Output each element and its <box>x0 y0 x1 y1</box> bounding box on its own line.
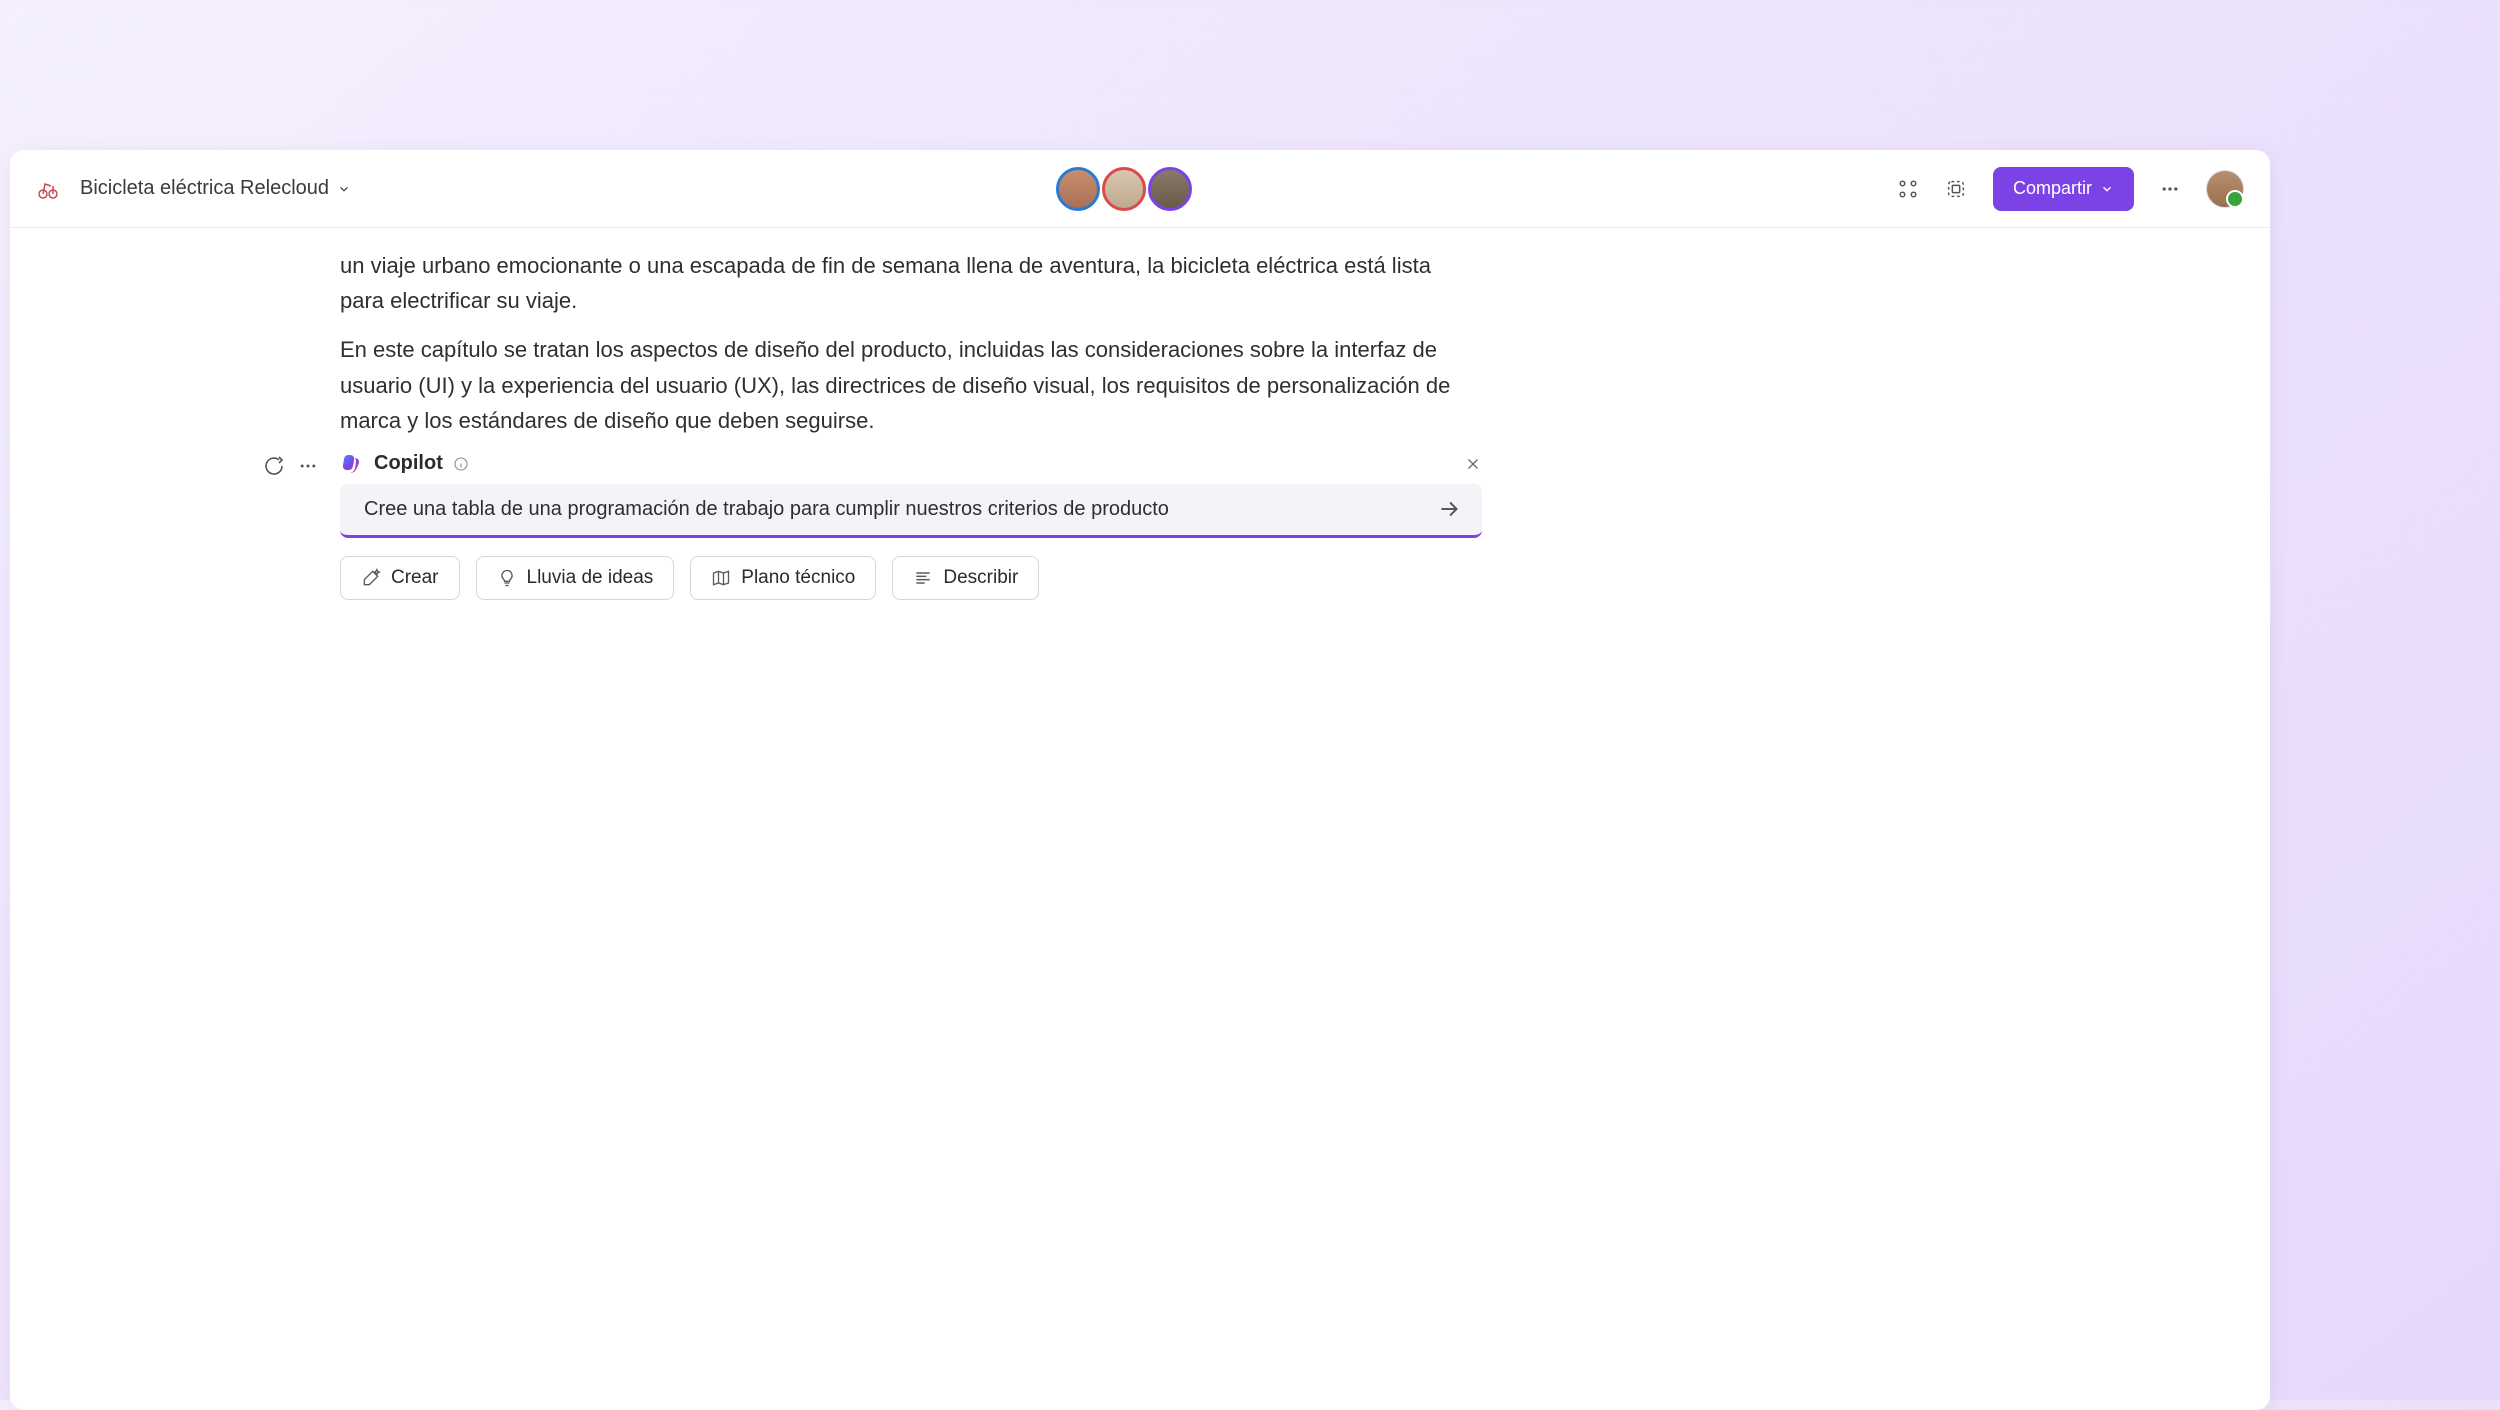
copilot-input[interactable] <box>364 498 1432 521</box>
copilot-header: Copilot <box>340 452 1482 476</box>
suggestion-label: Crear <box>391 567 439 589</box>
copilot-title: Copilot <box>374 452 443 475</box>
suggestion-blueprint[interactable]: Plano técnico <box>690 556 876 600</box>
copilot-panel: Copilot <box>340 452 1482 600</box>
suggestion-describe[interactable]: Describir <box>892 556 1039 600</box>
apps-button[interactable] <box>1897 178 1919 200</box>
document-text[interactable]: un viaje urbano emocionante o una escapa… <box>340 248 1460 438</box>
copilot-close-button[interactable] <box>1464 455 1482 473</box>
copilot-logo-icon <box>340 452 364 476</box>
share-button[interactable]: Compartir <box>1993 167 2134 211</box>
document-icon <box>36 177 60 201</box>
copilot-block: Copilot <box>262 452 1482 600</box>
document-title-dropdown[interactable]: Bicicleta eléctrica Relecloud <box>80 177 351 200</box>
presence-avatar-1[interactable] <box>1056 167 1100 211</box>
suggestion-brainstorm[interactable]: Lluvia de ideas <box>476 556 675 600</box>
comment-icon[interactable] <box>262 454 286 478</box>
user-avatar[interactable] <box>2206 170 2244 208</box>
copilot-more-icon[interactable] <box>298 456 318 476</box>
share-button-label: Compartir <box>2013 178 2092 199</box>
info-icon[interactable] <box>453 456 469 472</box>
document-title-text: Bicicleta eléctrica Relecloud <box>80 177 329 200</box>
page-card: Bicicleta eléctrica Relecloud Compartir <box>10 150 2270 1410</box>
doc-paragraph-1: un viaje urbano emocionante o una escapa… <box>340 248 1460 318</box>
suggestion-create[interactable]: Crear <box>340 556 460 600</box>
document-content: un viaje urbano emocionante o una escapa… <box>10 228 2270 1410</box>
presence-avatar-3[interactable] <box>1148 167 1192 211</box>
overflow-menu-button[interactable] <box>2160 179 2180 199</box>
view-mode-button[interactable] <box>1945 178 1967 200</box>
copilot-input-wrap[interactable] <box>340 484 1482 538</box>
list-lines-icon <box>913 568 933 588</box>
pen-sparkle-icon <box>361 568 381 588</box>
lightbulb-icon <box>497 568 517 588</box>
header-actions: Compartir <box>1897 167 2244 211</box>
suggestion-label: Describir <box>943 567 1018 589</box>
send-button[interactable] <box>1432 492 1466 526</box>
presence-stack[interactable] <box>1056 167 1192 211</box>
doc-paragraph-2: En este capítulo se tratan los aspectos … <box>340 332 1460 438</box>
map-icon <box>711 568 731 588</box>
suggestion-label: Plano técnico <box>741 567 855 589</box>
suggestion-label: Lluvia de ideas <box>527 567 654 589</box>
copilot-side-icons <box>262 454 318 478</box>
suggestion-row: Crear Lluvia de ideas Plan <box>340 556 1482 600</box>
presence-avatar-2[interactable] <box>1102 167 1146 211</box>
page-header: Bicicleta eléctrica Relecloud Compartir <box>10 150 2270 228</box>
